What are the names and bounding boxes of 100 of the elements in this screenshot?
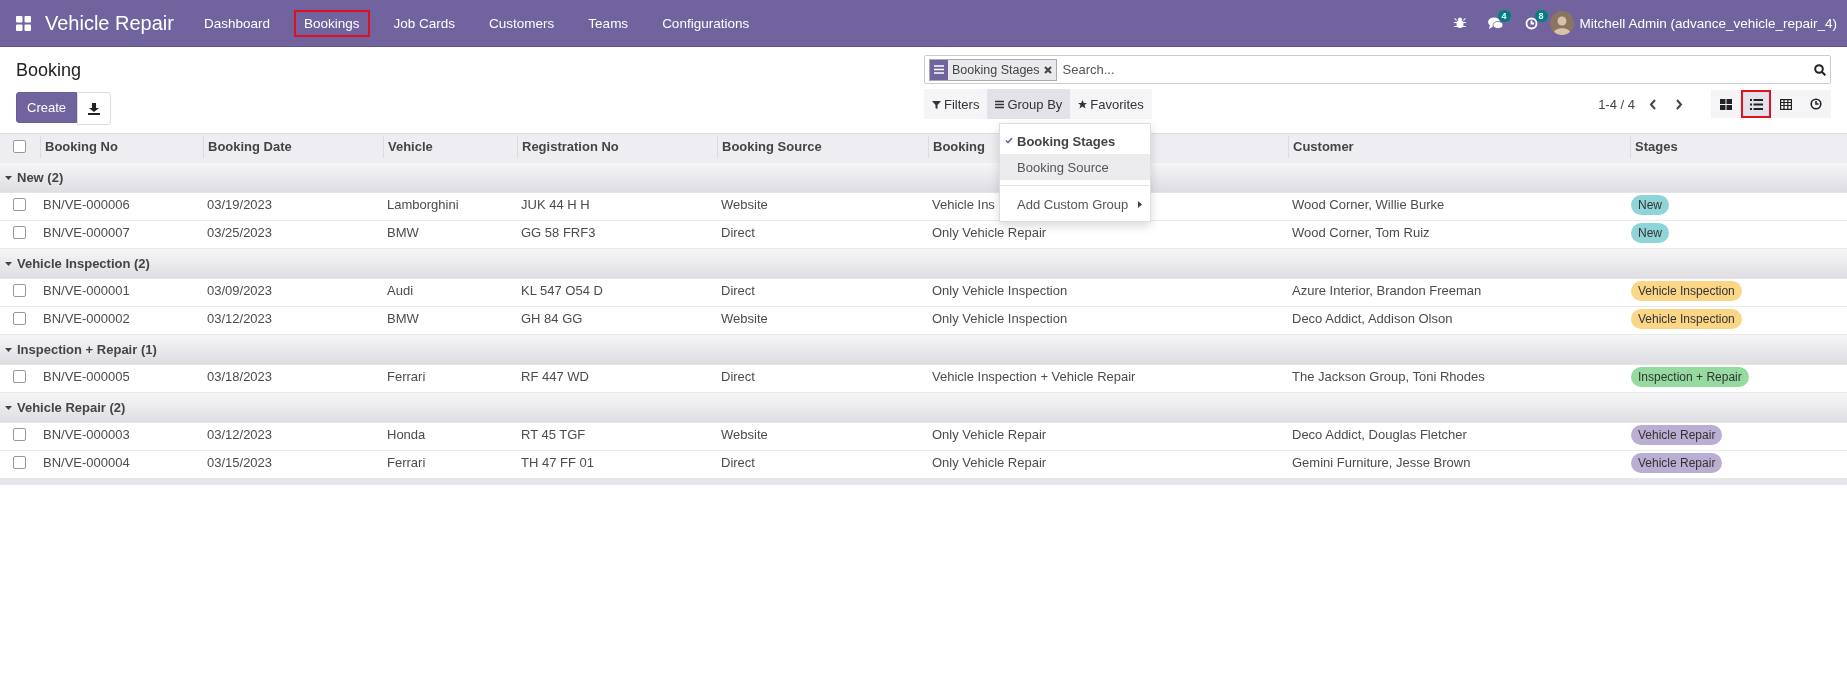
menu-item[interactable]: Dashboard [193,9,280,37]
table-cell-text: BMW [386,311,419,327]
caret-icon [1138,200,1142,208]
select-all-checkbox[interactable] [13,140,26,154]
stage-tag: Vehicle Inspection [1631,280,1742,301]
bug-icon[interactable] [1453,17,1466,29]
stage-tag: Vehicle Repair [1631,424,1723,445]
group-header[interactable]: Inspection + Repair (1) [0,335,1847,365]
table-cell-text: Deco Addict, Addison Olson [1291,311,1453,327]
column-header[interactable]: Stages [1635,138,1678,154]
row-checkbox[interactable] [13,284,26,298]
table-cell-text: BN/VE-000003 [42,427,130,443]
table-cell-text: GH 84 GG [520,311,583,327]
table-cell-text: Ferrari [386,369,426,385]
table-cell-text: Audi [386,283,414,299]
search-field[interactable]: Booking Stages Search... [924,55,1831,84]
table-cell-text: 03/18/2023 [206,369,273,385]
stage-tag: New [1631,194,1669,215]
caret-icon [5,405,12,410]
row-checkbox[interactable] [13,198,26,212]
bars-icon [995,99,1005,109]
caret-icon [5,261,12,266]
menu-item[interactable]: Customers [479,9,565,37]
column-header[interactable]: Booking Source [722,138,822,154]
column-header[interactable]: Booking Date [208,138,292,154]
search-option-button[interactable]: Group By [987,89,1071,119]
search-option-button[interactable]: Filters [924,89,988,119]
table-cell-text: BN/VE-000002 [42,311,130,327]
table-cell-text: 03/25/2023 [206,225,273,241]
table-cell-text: Wood Corner, Willie Burke [1291,197,1445,213]
search-option-button[interactable]: Favorites [1070,89,1152,119]
table-cell-text: Direct [720,225,755,241]
clock-icon[interactable] [1524,16,1538,30]
table-cell-text: 03/12/2023 [206,311,273,327]
chat-icon[interactable] [1487,16,1503,30]
search-icon[interactable] [1814,63,1826,76]
table-icon [1780,98,1792,110]
download-icon [88,102,101,115]
next-icon[interactable] [1675,98,1683,110]
table-cell-text: JUK 44 H H [520,197,590,213]
table-cell-text: BN/VE-000001 [42,283,130,299]
group-header[interactable]: Vehicle Repair (2) [0,393,1847,423]
menu-item[interactable]: Add Custom Group [1000,191,1150,217]
menu-item[interactable]: Teams [578,9,639,37]
table-cell-text: Website [720,197,768,213]
filter-icon [932,99,941,109]
column-header[interactable]: Booking [933,138,985,154]
row-checkbox[interactable] [13,226,26,240]
column-header[interactable]: Vehicle [388,138,433,154]
table-cell-text: Deco Addict, Douglas Fletcher [1291,427,1467,443]
table-cell-text: Direct [720,455,755,471]
table-cell-text: Wood Corner, Tom Ruiz [1291,225,1430,241]
table-cell-text: Only Vehicle Repair [931,427,1047,443]
caret-icon [5,347,12,352]
pager-value[interactable]: 1-4 / 4 [1598,96,1635,112]
activity-count-badge: 8 [1534,9,1548,22]
stage-tag: New [1631,222,1669,243]
list-icon [1749,98,1763,110]
table-cell-text: 03/15/2023 [206,455,273,471]
search-facet[interactable]: Booking Stages [929,58,1057,81]
remove-icon[interactable] [1043,65,1052,74]
column-header[interactable]: Customer [1293,138,1354,154]
column-header[interactable]: Registration No [522,138,619,154]
facet-label: Booking Stages [952,62,1040,77]
menu-item[interactable]: Job Cards [383,9,466,37]
row-checkbox[interactable] [13,428,26,442]
app-title[interactable]: Vehicle Repair [45,11,174,35]
menu-item[interactable]: Configurations [652,9,760,37]
menu-item[interactable]: Booking Stages [1000,128,1150,154]
row-checkbox[interactable] [13,456,26,470]
table-cell-text: Only Vehicle Inspection [931,283,1068,299]
table-cell-text: Direct [720,283,755,299]
table-cell-text: Direct [720,369,755,385]
table-cell-text: GG 58 FRF3 [520,225,596,241]
menu-item[interactable]: Bookings [294,9,370,37]
stage-tag: Vehicle Repair [1631,452,1723,473]
table-cell-text: RT 45 TGF [520,427,586,443]
group-header[interactable]: Vehicle Inspection (2) [0,249,1847,279]
download-button[interactable] [77,92,112,125]
table-cell-text: Website [720,427,768,443]
table-cell-text: Only Vehicle Inspection [931,311,1068,327]
apps-icon[interactable] [16,15,31,31]
create-button[interactable]: Create [16,92,78,123]
table-cell-text: Azure Interior, Brandon Freeman [1291,283,1482,299]
table-cell-text: Only Vehicle Repair [931,225,1047,241]
table-cell-text: TH 47 FF 01 [520,455,594,471]
user-name[interactable]: Mitchell Admin (advance_vehicle_repair_4) [1579,15,1837,31]
table-cell-text: BN/VE-000006 [42,197,130,213]
previous-icon[interactable] [1649,98,1657,110]
table-cell-text: Only Vehicle Repair [931,455,1047,471]
row-checkbox[interactable] [13,370,26,384]
group-icon [934,65,944,74]
message-count-badge: 4 [1497,9,1511,22]
caret-icon [5,175,12,180]
row-checkbox[interactable] [13,312,26,326]
table-cell-text: Gemini Furniture, Jesse Brown [1291,455,1471,471]
column-header[interactable]: Booking No [45,138,118,154]
menu-item[interactable]: Booking Source [1000,154,1150,180]
avatar-icon[interactable] [1549,11,1574,35]
view-switch-button[interactable] [1741,90,1771,118]
